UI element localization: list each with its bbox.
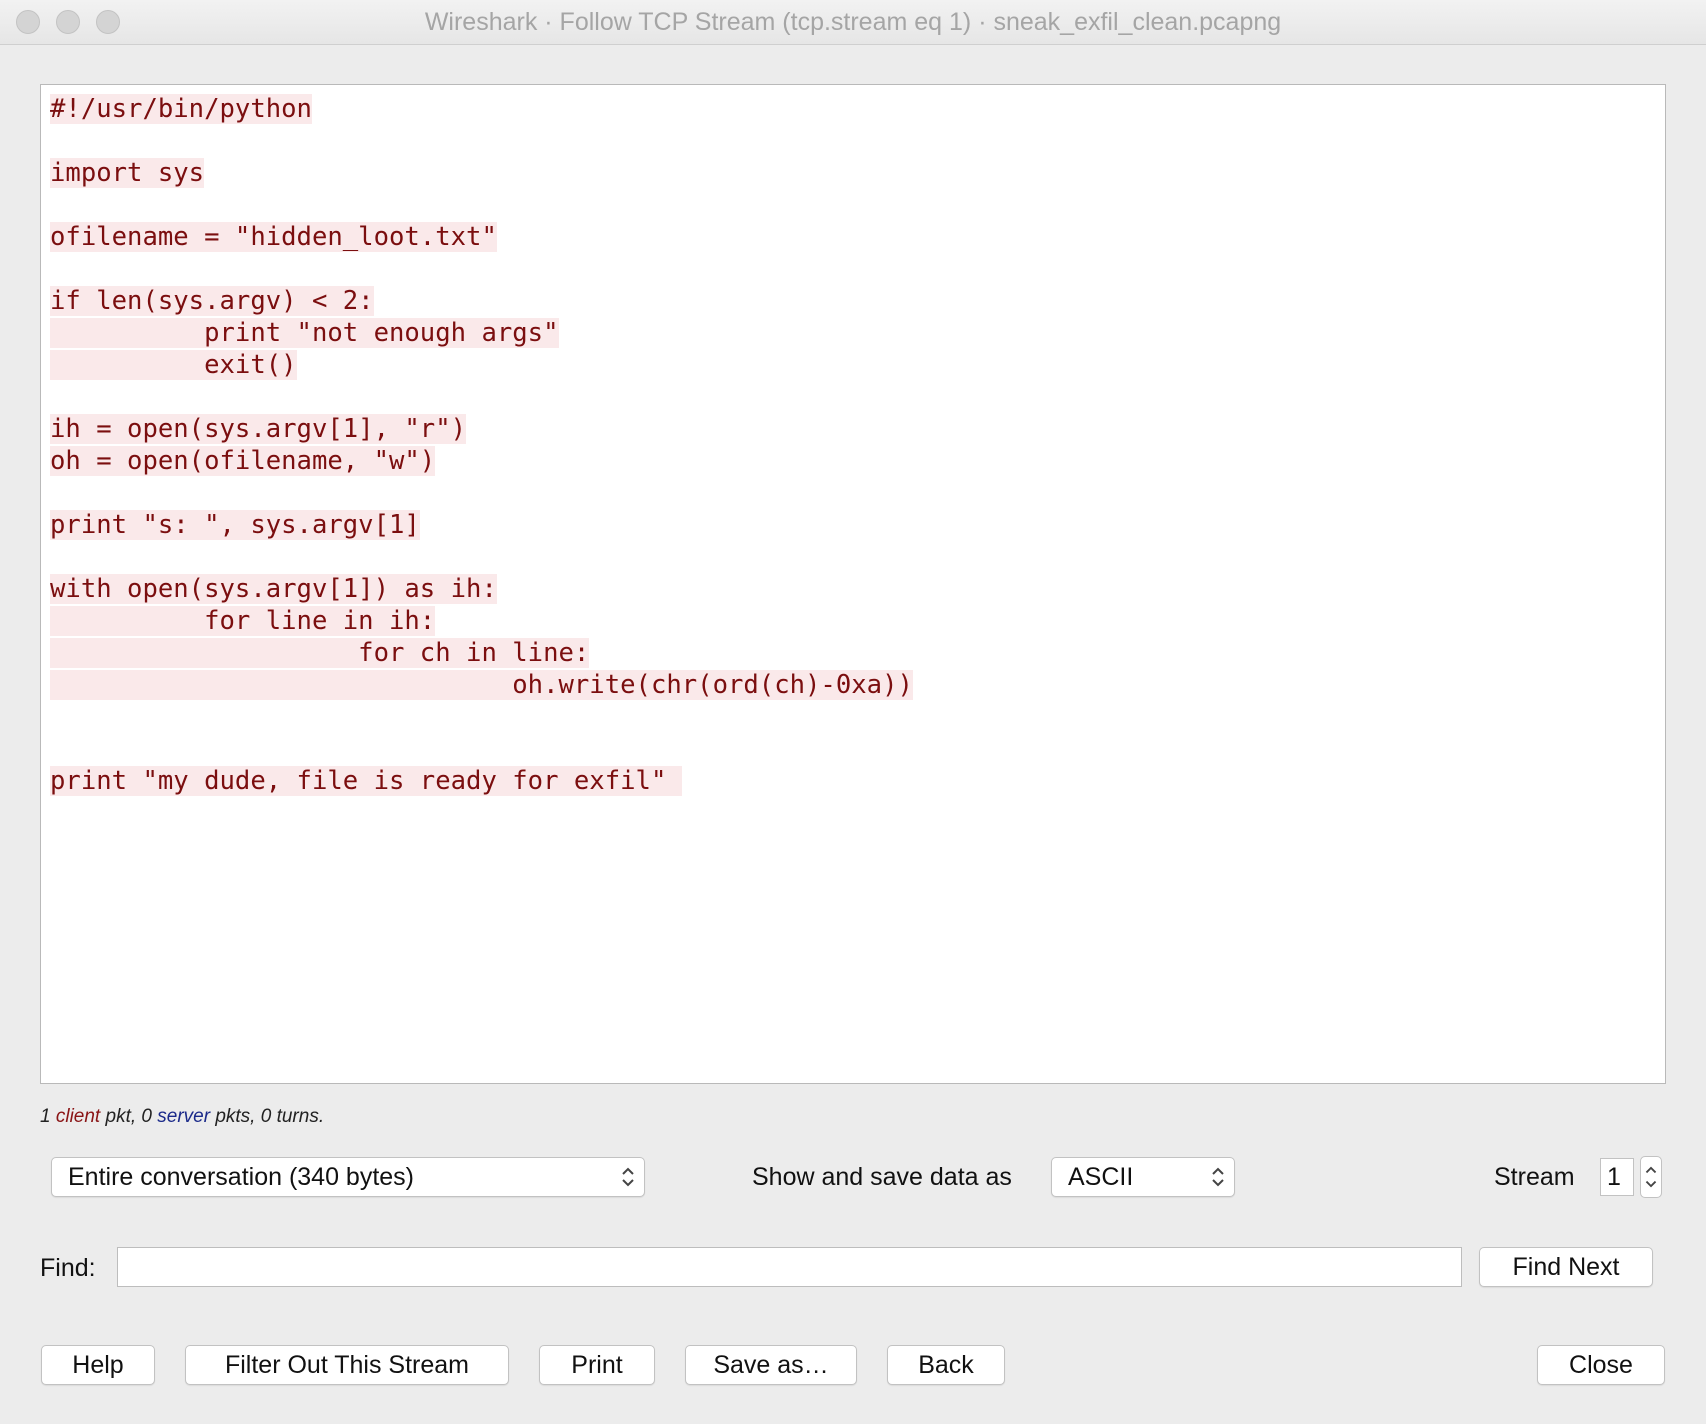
stream-line: print "my dude, file is ready for exfil" [50, 765, 913, 797]
stream-line: oh.write(chr(ord(ch)-0xa)) [50, 669, 913, 701]
stream-line: for line in ih: [50, 605, 913, 637]
stream-line [50, 381, 913, 413]
stream-line-text: #!/usr/bin/python [50, 94, 312, 124]
stream-line-text: if len(sys.argv) < 2: [50, 286, 374, 316]
stream-line-text: for line in ih: [50, 606, 436, 636]
stream-line [50, 477, 913, 509]
stats-server-label: server [157, 1106, 211, 1127]
stream-line: if len(sys.argv) < 2: [50, 285, 913, 317]
stream-line-text: print "not enough args" [50, 318, 559, 348]
stream-line: for ch in line: [50, 637, 913, 669]
stream-stats: 1 client pkt, 0 server pkts, 0 turns. [40, 1106, 324, 1128]
stream-line [50, 733, 913, 765]
stream-line: import sys [50, 157, 913, 189]
stream-line: exit() [50, 349, 913, 381]
filter-out-stream-button[interactable]: Filter Out This Stream [185, 1345, 509, 1385]
find-label: Find: [40, 1254, 96, 1282]
stream-line [50, 189, 913, 221]
stream-line-text: import sys [50, 158, 205, 188]
show-as-select[interactable]: ASCII [1051, 1157, 1235, 1197]
stream-line: ofilename = "hidden_loot.txt" [50, 221, 913, 253]
stream-line: oh = open(ofilename, "w") [50, 445, 913, 477]
close-button[interactable]: Close [1537, 1345, 1665, 1385]
stream-label: Stream [1494, 1163, 1575, 1191]
up-down-chevron-icon [622, 1167, 634, 1187]
show-as-label: Show and save data as [752, 1163, 1012, 1191]
stream-line: with open(sys.argv[1]) as ih: [50, 573, 913, 605]
title-bar: Wireshark · Follow TCP Stream (tcp.strea… [0, 0, 1706, 45]
stream-number-field[interactable]: 1 [1600, 1158, 1634, 1196]
stream-line-text: exit() [50, 350, 297, 380]
stats-suffix: pkts, 0 turns. [210, 1106, 325, 1127]
stats-mid: pkt, 0 [100, 1106, 158, 1127]
stream-line [50, 125, 913, 157]
show-as-select-value: ASCII [1068, 1163, 1134, 1191]
stats-prefix: 1 [40, 1106, 56, 1127]
stream-line-text: for ch in line: [50, 638, 590, 668]
stream-line-text: with open(sys.argv[1]) as ih: [50, 574, 497, 604]
stream-line [50, 253, 913, 285]
conversation-select[interactable]: Entire conversation (340 bytes) [51, 1157, 645, 1197]
back-button[interactable]: Back [887, 1345, 1005, 1385]
save-as-button[interactable]: Save as… [685, 1345, 857, 1385]
stats-client-label: client [55, 1106, 101, 1127]
stepper-arrows-icon [1645, 1166, 1657, 1188]
find-input[interactable] [117, 1247, 1462, 1287]
stream-line-text: ofilename = "hidden_loot.txt" [50, 222, 497, 252]
stream-line: ih = open(sys.argv[1], "r") [50, 413, 913, 445]
stream-line-text: print "my dude, file is ready for exfil" [50, 766, 682, 796]
stream-line-text: oh = open(ofilename, "w") [50, 446, 436, 476]
find-next-button[interactable]: Find Next [1479, 1247, 1653, 1287]
stream-line [50, 701, 913, 733]
stream-line-text: ih = open(sys.argv[1], "r") [50, 414, 467, 444]
window-title: Wireshark · Follow TCP Stream (tcp.strea… [424, 8, 1282, 36]
up-down-chevron-icon [1212, 1167, 1224, 1187]
stream-content-view[interactable]: #!/usr/bin/python import sys ofilename = "… [40, 84, 1666, 1084]
stream-line-text: print "s: ", sys.argv[1] [50, 510, 420, 540]
stream-line: #!/usr/bin/python [50, 93, 913, 125]
print-button[interactable]: Print [539, 1345, 655, 1385]
stream-stepper[interactable] [1640, 1156, 1662, 1198]
stream-line-text: oh.write(chr(ord(ch)-0xa)) [50, 670, 913, 700]
conversation-select-value: Entire conversation (340 bytes) [68, 1163, 415, 1191]
stream-line: print "s: ", sys.argv[1] [50, 509, 913, 541]
stream-line [50, 541, 913, 573]
stream-line: print "not enough args" [50, 317, 913, 349]
help-button[interactable]: Help [41, 1345, 155, 1385]
stream-text: #!/usr/bin/python import sys ofilename = "… [50, 93, 913, 797]
